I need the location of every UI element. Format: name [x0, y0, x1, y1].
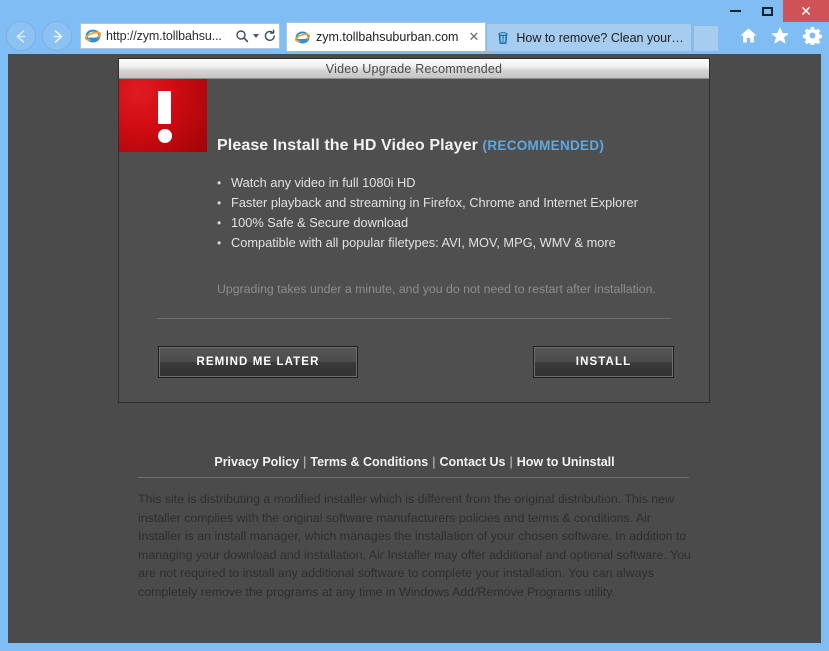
dialog-title: Video Upgrade Recommended	[325, 61, 503, 76]
address-bar[interactable]: http://zym.tollbahsu...	[80, 23, 280, 49]
page-viewport: Video Upgrade Recommended Please Install…	[8, 54, 821, 643]
how-to-uninstall-link[interactable]: How to Uninstall	[516, 455, 616, 469]
forward-arrow-icon	[53, 29, 62, 43]
close-icon: ✕	[800, 3, 812, 19]
tab-active[interactable]: zym.tollbahsuburban.com ✕	[286, 22, 487, 51]
magnifier-icon[interactable]	[235, 26, 249, 46]
dialog-note: Upgrading takes under a minute, and you …	[217, 282, 656, 296]
tab-title: zym.tollbahsuburban.com	[316, 30, 459, 44]
dialog-headline: Please Install the HD Video Player (RECO…	[217, 137, 604, 155]
recommended-badge: (RECOMMENDED)	[482, 138, 605, 153]
contact-us-link[interactable]: Contact Us	[438, 455, 506, 469]
refresh-icon[interactable]	[263, 26, 277, 46]
internet-explorer-icon	[84, 26, 102, 46]
footer-divider	[138, 477, 689, 478]
recycle-bin-icon	[494, 29, 511, 46]
link-separator: |	[303, 455, 307, 469]
dialog-headline-text: Please Install the HD Video Player	[217, 137, 478, 154]
link-separator: |	[509, 455, 513, 469]
tab-close-icon[interactable]: ✕	[468, 29, 479, 45]
feature-list: Watch any video in full 1080i HD Faster …	[217, 173, 638, 253]
list-item: Compatible with all popular filetypes: A…	[217, 233, 638, 253]
address-input-text[interactable]: http://zym.tollbahsu...	[106, 29, 235, 43]
tab-inactive[interactable]: How to remove? Clean your co...	[486, 23, 693, 51]
tools-gear-icon[interactable]	[801, 24, 823, 46]
exclamation-mark-icon	[119, 79, 207, 152]
navigation-bar: http://zym.tollbahsu... zym.tollbahsubur…	[0, 18, 829, 54]
minimize-icon	[729, 10, 741, 12]
list-item: 100% Safe & Secure download	[217, 213, 638, 233]
exclamation-dot	[157, 129, 172, 143]
video-upgrade-dialog: Video Upgrade Recommended Please Install…	[118, 58, 710, 403]
dialog-titlebar: Video Upgrade Recommended	[119, 59, 709, 79]
back-button[interactable]	[6, 21, 36, 51]
disclaimer-text: This site is distributing a modified ins…	[138, 492, 691, 599]
new-tab-button[interactable]	[693, 25, 720, 51]
exclamation-bar	[158, 91, 171, 124]
terms-conditions-link[interactable]: Terms & Conditions	[309, 455, 429, 469]
tab-strip: zym.tollbahsuburban.com ✕ How to remove?…	[286, 21, 720, 51]
maximize-icon	[761, 6, 773, 16]
caret-glyph	[253, 34, 259, 38]
list-item: Faster playback and streaming in Firefox…	[217, 193, 638, 213]
dialog-body: Please Install the HD Video Player (RECO…	[119, 79, 709, 402]
chevron-down-icon[interactable]	[249, 26, 263, 46]
forward-button[interactable]	[42, 21, 72, 51]
internet-explorer-icon	[294, 29, 311, 46]
remind-me-later-label: REMIND ME LATER	[196, 356, 320, 368]
install-button[interactable]: INSTALL	[533, 346, 674, 378]
home-icon[interactable]	[737, 24, 759, 46]
privacy-policy-link[interactable]: Privacy Policy	[213, 455, 300, 469]
browser-window: ✕ http://zym.tollbahsu... zym.tollbahsub…	[0, 0, 829, 651]
favorites-star-icon[interactable]	[769, 24, 791, 46]
back-arrow-icon	[16, 29, 25, 43]
tab-title: How to remove? Clean your co...	[516, 30, 686, 45]
list-item: Watch any video in full 1080i HD	[217, 173, 638, 193]
install-label: INSTALL	[575, 356, 632, 368]
remind-me-later-button[interactable]: REMIND ME LATER	[158, 346, 358, 378]
footer-links: Privacy Policy | Terms & Conditions | Contac…	[8, 455, 821, 469]
browser-toolbar-icons	[737, 24, 823, 46]
dialog-divider	[157, 318, 671, 319]
